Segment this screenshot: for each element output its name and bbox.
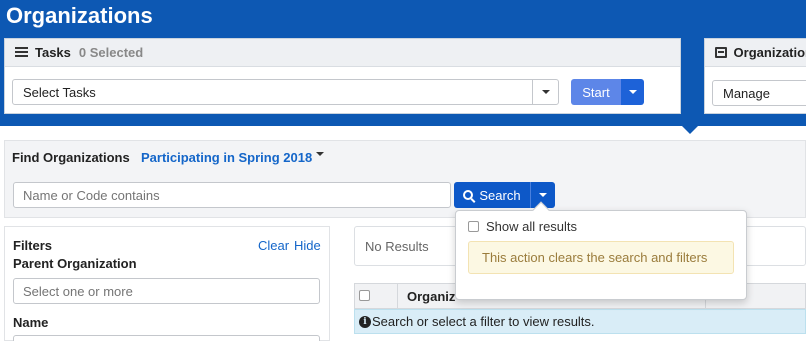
no-results-text: No Results (365, 238, 429, 254)
select-tasks-dropdown[interactable]: Select Tasks (12, 79, 559, 105)
search-input[interactable] (13, 182, 451, 208)
saved-filter-caret[interactable] (316, 152, 324, 171)
tasks-title: Tasks (35, 45, 71, 60)
column-divider (397, 284, 398, 308)
name-filter-input[interactable] (13, 335, 320, 341)
results-info-message: i Search or select a filter to view resu… (354, 309, 806, 334)
filters-title: Filters (13, 238, 53, 253)
hide-filters-link[interactable]: Hide (294, 238, 321, 253)
show-all-results-label[interactable]: Show all results (486, 219, 577, 234)
saved-filter-select[interactable]: Participating in Spring 2018 (141, 150, 312, 165)
caret-down-icon (628, 90, 637, 94)
tasks-selected-count: 0 Selected (78, 45, 144, 60)
tasks-panel-header: Tasks 0 Selected (5, 39, 680, 67)
caret-down-icon (316, 152, 324, 171)
organization-card-icon (715, 47, 727, 58)
select-all-checkbox[interactable] (359, 290, 370, 301)
parent-organization-input[interactable] (13, 278, 320, 304)
select-tasks-arrow[interactable] (532, 80, 558, 104)
caret-down-icon (541, 90, 550, 94)
info-icon: i (359, 315, 371, 328)
parent-organization-label: Parent Organization (13, 256, 137, 271)
organization-action-value: Manage (723, 85, 770, 101)
select-tasks-value: Select Tasks (23, 84, 96, 100)
search-button-label: Search (479, 187, 521, 203)
start-options-button[interactable] (621, 79, 644, 105)
start-button[interactable]: Start (571, 79, 621, 105)
organization-title: Organization (733, 45, 806, 60)
caret-down-icon (539, 193, 547, 197)
panel-pointer (681, 125, 699, 134)
results-info-text: Search or select a filter to view result… (372, 314, 595, 329)
page-title: Organizations (6, 3, 153, 28)
show-all-results-checkbox[interactable] (468, 221, 479, 232)
organization-panel-header: Organization (705, 39, 806, 67)
name-filter-label: Name (13, 315, 49, 330)
find-organizations-label: Find Organizations (12, 150, 130, 165)
clear-warning-box: This action clears the search and filter… (468, 241, 734, 274)
search-button[interactable]: Search (454, 182, 530, 208)
clear-filters-link[interactable]: Clear (258, 238, 289, 253)
clear-warning-text: This action clears the search and filter… (482, 250, 708, 265)
organization-action-select[interactable]: Manage (712, 80, 806, 106)
search-icon (463, 190, 474, 200)
tasks-list-icon (15, 47, 28, 58)
organization-column-header[interactable]: Organiz (407, 289, 455, 304)
